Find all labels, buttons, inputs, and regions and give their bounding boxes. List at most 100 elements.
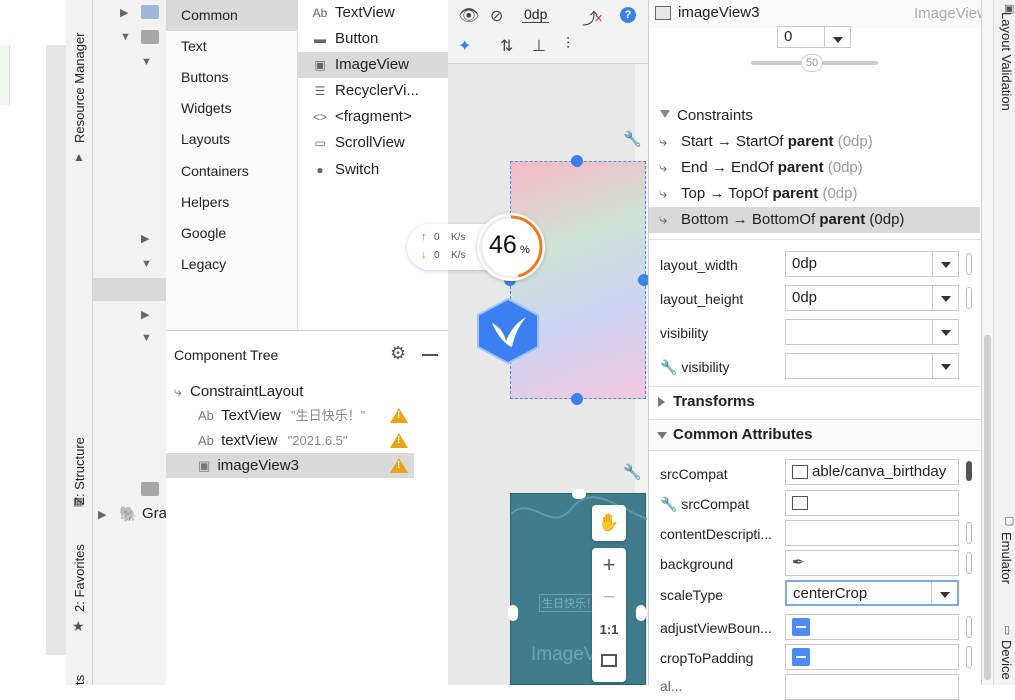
cut-off-field[interactable] [785, 674, 959, 700]
pack-icon[interactable]: ⇅ [500, 36, 513, 56]
scrollbar-thumb[interactable] [984, 335, 991, 680]
layout-validation-tab[interactable]: Layout Validation [999, 12, 1014, 111]
crop-to-padding-field[interactable] [785, 644, 959, 670]
magic-wand-icon[interactable]: ✦ [458, 36, 471, 56]
resource-manager-tab[interactable]: Resource Manager [72, 32, 87, 143]
constraint-bottom[interactable]: ⤷ Bottom → BottomOf parent (0dp) [649, 207, 980, 233]
eyedropper-icon[interactable]: ✒ [792, 554, 805, 571]
collapse-arrow-icon[interactable]: ▼ [141, 56, 152, 68]
palette-category-google[interactable]: Google [166, 218, 298, 249]
zoom-in-icon[interactable]: + [592, 552, 626, 578]
memory-percent-badge[interactable]: 46 % [477, 213, 545, 281]
gear-icon[interactable]: ⚙ [390, 343, 406, 364]
blueprint-handle-start[interactable] [508, 605, 518, 621]
constraint-start[interactable]: ⤷ Start → StartOf parent (0dp) [649, 129, 982, 155]
collapse-icon[interactable] [660, 110, 670, 118]
adjust-view-bounds-indicator[interactable] [966, 616, 972, 638]
wrench-icon[interactable]: 🔧 [623, 463, 642, 481]
minimize-icon[interactable] [422, 354, 438, 356]
tree-node-imageview3[interactable]: ▣ imageView3 [198, 453, 299, 478]
selected-tree-row[interactable] [93, 278, 166, 301]
blueprint-handle-end[interactable] [636, 605, 646, 621]
help-icon[interactable]: ? [620, 7, 636, 23]
palette-item-button[interactable]: ▬ Button [298, 26, 448, 52]
palette-item-switch[interactable]: ● Switch [298, 157, 448, 183]
background-field[interactable]: ✒ [785, 550, 959, 576]
eye-icon[interactable]: 👁 [458, 6, 480, 26]
layout-height-indicator[interactable] [966, 287, 972, 309]
tree-node-textview-date[interactable]: Ab textView "2021.6.5" [198, 428, 348, 453]
magnet-off-icon[interactable]: ⊘ [490, 6, 503, 26]
bias-input[interactable]: 0 [777, 26, 851, 48]
expand-arrow-icon[interactable]: ▶ [98, 508, 106, 521]
tools-src-compat-field[interactable] [785, 490, 959, 516]
bottom-tab-partial[interactable]: ts [72, 675, 87, 685]
layout-width-field[interactable]: 0dp [785, 251, 959, 277]
edge-scrollbar[interactable] [46, 45, 66, 655]
gradle-scripts-label[interactable]: Gra [142, 505, 167, 522]
layout-height-field[interactable]: 0dp [785, 285, 959, 311]
expand-arrow-icon[interactable]: ▶ [120, 6, 128, 19]
bird-app-icon[interactable] [476, 297, 540, 365]
content-description-indicator[interactable] [966, 522, 972, 544]
collapse-arrow-icon[interactable]: ▼ [141, 332, 152, 344]
blueprint-handle-top[interactable] [572, 489, 586, 499]
palette-category-common[interactable]: Common [166, 0, 298, 31]
chevron-down-icon[interactable] [932, 286, 958, 310]
collapse-arrow-icon[interactable]: ▼ [141, 258, 152, 270]
zoom-actual-size[interactable]: 1:1 [592, 622, 626, 637]
common-attributes-section[interactable]: Common Attributes [649, 419, 982, 449]
tools-visibility-field[interactable] [785, 353, 959, 379]
palette-item-recyclerview[interactable]: ☰ RecyclerVi... [298, 78, 448, 104]
toggle-off-icon[interactable] [792, 618, 810, 636]
favorites-tab[interactable]: 2: Favorites [72, 544, 87, 612]
wrench-icon[interactable]: 🔧 [623, 130, 642, 148]
component-name[interactable]: imageView3 [678, 4, 759, 21]
adjust-view-bounds-field[interactable] [785, 614, 959, 640]
tree-node-constraintlayout[interactable]: ⤷ ConstraintLayout [174, 379, 303, 404]
align-icon[interactable]: ⊥ [532, 36, 546, 56]
scale-type-field[interactable]: centerCrop [785, 580, 959, 606]
chevron-down-icon[interactable] [931, 582, 957, 604]
constraint-handle-bottom[interactable] [571, 393, 583, 405]
expand-arrow-icon[interactable]: ▶ [141, 232, 149, 245]
constraint-top[interactable]: ⤷ Top → TopOf parent (0dp) [649, 181, 982, 207]
palette-item-textview[interactable]: Ab TextView [298, 0, 448, 26]
toggle-off-icon[interactable] [792, 648, 810, 666]
warning-icon[interactable]: ! [390, 458, 408, 473]
palette-category-buttons[interactable]: Buttons [166, 62, 298, 93]
warning-icon[interactable]: ! [390, 408, 408, 423]
chevron-down-icon[interactable] [932, 320, 958, 344]
pan-hand-icon[interactable]: ✋ [592, 505, 626, 541]
palette-category-helpers[interactable]: Helpers [166, 187, 298, 218]
constraint-end[interactable]: ⤷ End → EndOf parent (0dp) [649, 155, 982, 181]
palette-item-scrollview[interactable]: ▭ ScrollView [298, 130, 448, 156]
chevron-down-icon[interactable] [932, 354, 958, 378]
crop-to-padding-indicator[interactable] [966, 646, 972, 668]
default-margin-value[interactable]: 0dp [522, 6, 550, 23]
palette-item-imageview[interactable]: ▣ ImageView [298, 52, 448, 78]
warning-icon[interactable]: ! [390, 433, 408, 448]
expand-arrow-icon[interactable]: ▶ [141, 308, 149, 321]
layout-width-indicator[interactable] [966, 253, 972, 275]
bias-slider-thumb[interactable]: 50 [801, 54, 823, 72]
palette-category-containers[interactable]: Containers [166, 156, 298, 187]
device-tab[interactable]: Device [999, 640, 1014, 680]
guidelines-icon[interactable]: ⫶ [566, 36, 570, 54]
palette-category-widgets[interactable]: Widgets [166, 93, 298, 124]
background-indicator[interactable] [966, 552, 972, 574]
chevron-down-icon[interactable] [932, 252, 958, 276]
visibility-field[interactable] [785, 319, 959, 345]
constraint-handle-top[interactable] [571, 155, 583, 167]
chevron-down-icon[interactable] [824, 27, 850, 47]
src-compat-indicator[interactable] [966, 461, 972, 481]
tree-node-textview[interactable]: Ab TextView "生日快乐！" [198, 403, 365, 428]
palette-item-fragment[interactable]: <> <fragment> [298, 104, 448, 130]
emulator-tab[interactable]: Emulator [999, 532, 1014, 584]
transforms-section[interactable]: Transforms [649, 386, 982, 416]
palette-category-text[interactable]: Text [166, 31, 298, 62]
attributes-scrollbar[interactable] [982, 0, 994, 685]
palette-category-layouts[interactable]: Layouts [166, 124, 298, 155]
palette-category-legacy[interactable]: Legacy [166, 249, 298, 280]
collapse-arrow-icon[interactable]: ▼ [120, 31, 131, 43]
